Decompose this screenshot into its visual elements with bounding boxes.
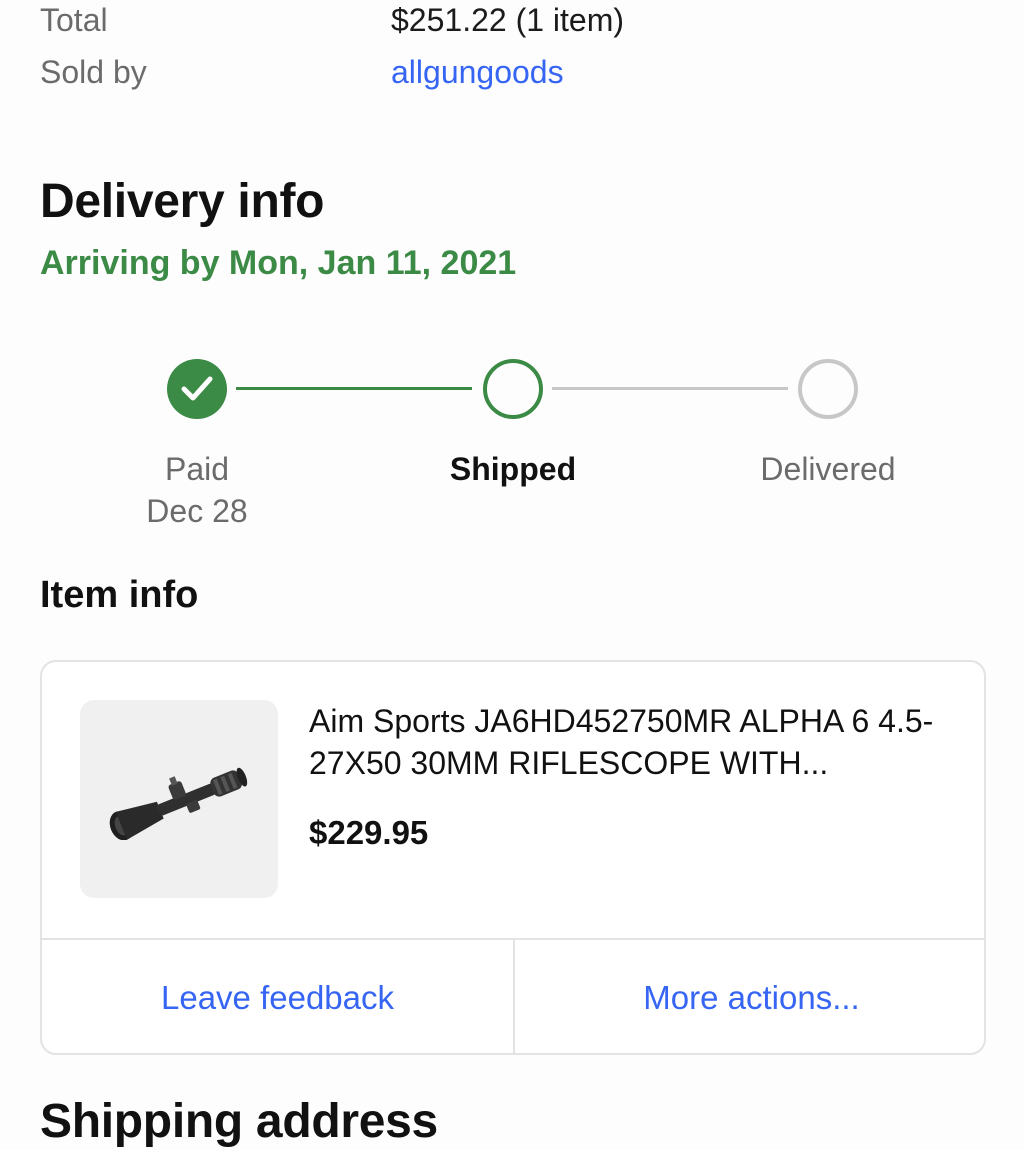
step-delivered-circle-icon bbox=[798, 359, 858, 419]
seller-link[interactable]: allgungoods bbox=[391, 54, 564, 91]
riflescope-image bbox=[109, 767, 248, 840]
sold-by-row: Sold by allgungoods bbox=[40, 54, 564, 91]
step-shipped-title: Shipped bbox=[449, 451, 577, 487]
leave-feedback-button[interactable]: Leave feedback bbox=[42, 940, 513, 1053]
item-thumbnail[interactable] bbox=[80, 700, 278, 898]
step-paid-date: Dec 28 bbox=[146, 493, 248, 529]
total-row: Total $251.22 (1 item) bbox=[40, 2, 624, 39]
step-delivered-label: Delivered bbox=[698, 448, 958, 490]
arrival-estimate: Arriving by Mon, Jan 11, 2021 bbox=[40, 244, 517, 282]
shipping-address-heading: Shipping address bbox=[40, 1095, 438, 1148]
item-title-link[interactable]: Aim Sports JA6HD452750MR ALPHA 6 4.5-27X… bbox=[309, 700, 959, 784]
item-card: Aim Sports JA6HD452750MR ALPHA 6 4.5-27X… bbox=[40, 660, 986, 1055]
item-info-heading: Item info bbox=[40, 574, 199, 616]
progress-line-pending bbox=[552, 387, 788, 390]
step-shipped-circle-icon bbox=[483, 359, 543, 419]
sold-by-label: Sold by bbox=[40, 54, 147, 90]
delivery-info-heading: Delivery info bbox=[40, 175, 325, 228]
progress-line-complete bbox=[236, 387, 472, 390]
more-actions-button[interactable]: More actions... bbox=[515, 940, 984, 1053]
checkmark-icon bbox=[181, 376, 213, 401]
step-shipped-label: Shipped bbox=[383, 448, 643, 490]
total-label: Total bbox=[40, 2, 108, 38]
step-delivered-title: Delivered bbox=[760, 451, 896, 487]
item-price: $229.95 bbox=[309, 814, 429, 851]
step-paid-check-icon bbox=[167, 359, 227, 419]
step-paid-label: Paid Dec 28 bbox=[67, 448, 327, 532]
step-paid-title: Paid bbox=[164, 451, 230, 487]
total-value: $251.22 (1 item) bbox=[391, 2, 625, 38]
